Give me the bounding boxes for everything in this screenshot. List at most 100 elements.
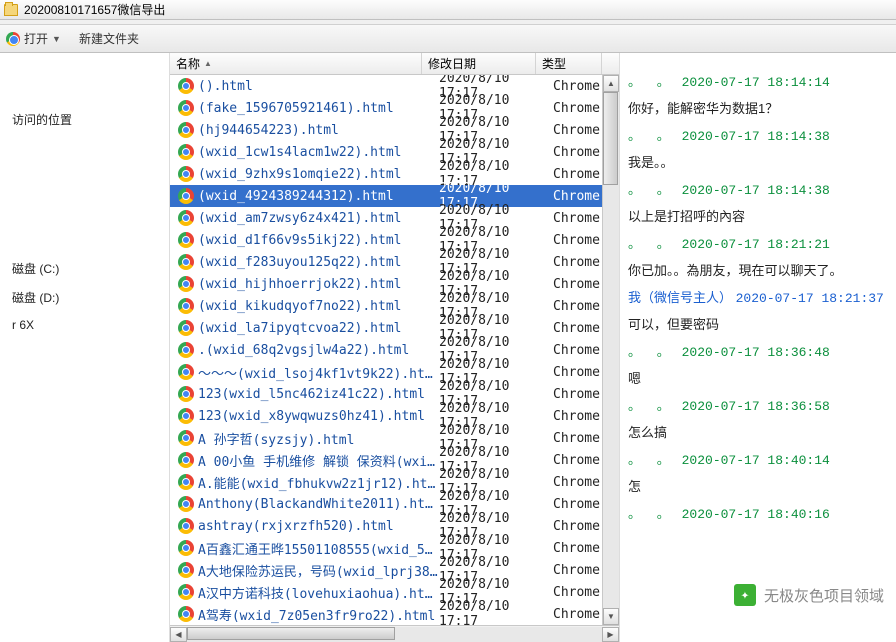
open-button[interactable]: 打开 xyxy=(24,30,48,47)
window-title: 20200810171657微信导出 xyxy=(24,1,165,18)
file-name: (fake_1596705921461).html xyxy=(198,101,439,116)
col-name[interactable]: 名称▲ xyxy=(170,53,422,74)
file-name: (wxid_am7zwsy6z4x421).html xyxy=(198,211,439,226)
chat-timestamp: 。 。 2020-07-17 18:36:48 xyxy=(628,341,888,360)
chat-message: 我是。。 xyxy=(628,152,888,171)
file-name: .(wxid_68q2vgsjlw4a22).html xyxy=(198,343,439,358)
chat-timestamp: 。 。 2020-07-17 18:14:38 xyxy=(628,179,888,198)
chrome-file-icon xyxy=(178,430,194,446)
file-name: (wxid_d1f66v9s5ikj22).html xyxy=(198,233,439,248)
chat-message: 嗯 xyxy=(628,368,888,387)
chrome-file-icon xyxy=(178,496,194,512)
file-name: A.能能(wxid_fbhukvw2z1jr12).html xyxy=(198,473,439,492)
watermark: ✦ 无极灰色项目领域 xyxy=(730,582,888,608)
chrome-file-icon xyxy=(178,584,194,600)
vertical-scrollbar[interactable]: ▲ ▼ xyxy=(602,75,619,625)
chrome-file-icon xyxy=(178,452,194,468)
wechat-icon: ✦ xyxy=(734,584,756,606)
chat-preview-pane: 。 。 2020-07-17 18:14:14 你好，能解密华为数据1？ 。 。 2… xyxy=(620,53,896,642)
file-name: Anthony(BlackandWhite2011).html xyxy=(198,497,439,512)
scroll-left-icon[interactable]: ◀ xyxy=(170,627,187,642)
nav-sidebar: 访问的位置 磁盘 (C:) 磁盘 (D:) r 6X xyxy=(0,53,170,642)
sidebar-drive-d[interactable]: 磁盘 (D:) xyxy=(8,283,161,312)
file-name: (wxid_1cw1s4lacm1w22).html xyxy=(198,145,439,160)
file-name: (hj944654223).html xyxy=(198,123,439,138)
chrome-file-icon xyxy=(178,474,194,490)
file-name: A大地保险苏运民，号码(wxid_lprj384... xyxy=(198,561,439,580)
file-name: A 孙字哲(syzsjy).html xyxy=(198,429,439,448)
chat-message: 怎么搞 xyxy=(628,422,888,441)
chat-message: 你已加。。為朋友，現在可以聊天了。 xyxy=(628,260,888,279)
sidebar-drive-c[interactable]: 磁盘 (C:) xyxy=(8,254,161,283)
horizontal-scrollbar[interactable]: ◀ ▶ xyxy=(170,625,619,642)
chrome-file-icon xyxy=(178,364,194,380)
chat-timestamp: 。 。 2020-07-17 18:40:16 xyxy=(628,503,888,522)
file-modified: 2020/8/10 17:17 xyxy=(439,599,553,625)
chrome-file-icon xyxy=(178,540,194,556)
chat-timestamp: 。 。 2020-07-17 18:40:14 xyxy=(628,449,888,468)
file-row[interactable]: A驾寿(wxid_7z05en3fr9ro22).html2020/8/10 1… xyxy=(170,603,619,625)
chrome-file-icon xyxy=(178,78,194,94)
chrome-icon xyxy=(6,32,20,46)
sidebar-other[interactable]: r 6X xyxy=(8,312,161,338)
file-name: A 00小鱼 手机维修 解锁 保资料(wxid... xyxy=(198,451,439,470)
chrome-file-icon xyxy=(178,320,194,336)
chrome-file-icon xyxy=(178,408,194,424)
sort-asc-icon: ▲ xyxy=(204,59,212,68)
chrome-file-icon xyxy=(178,144,194,160)
chrome-file-icon xyxy=(178,232,194,248)
hscroll-track[interactable] xyxy=(187,627,602,642)
scroll-right-icon[interactable]: ▶ xyxy=(602,627,619,642)
chat-message: 你好，能解密华为数据1？ xyxy=(628,98,888,117)
scroll-thumb[interactable] xyxy=(603,92,618,185)
chrome-file-icon xyxy=(178,188,194,204)
file-name: ～～～(wxid_lsoj4kf1vt9k22).html xyxy=(198,363,439,382)
file-name: (wxid_4924389244312).html xyxy=(198,189,439,204)
file-name: ashtray(rxjxrzfh520).html xyxy=(198,519,439,534)
file-name: (wxid_la7ipyqtcvoa22).html xyxy=(198,321,439,336)
chat-timestamp: 。 。 2020-07-17 18:14:14 xyxy=(628,71,888,90)
toolbar: 打开 ▼ 新建文件夹 xyxy=(0,25,896,53)
scroll-track[interactable] xyxy=(603,92,619,608)
col-scroll-gap xyxy=(602,53,619,74)
chrome-file-icon xyxy=(178,100,194,116)
file-name: (wxid_f283uyou125q22).html xyxy=(198,255,439,270)
chat-timestamp: 。 。 2020-07-17 18:21:21 xyxy=(628,233,888,252)
open-dropdown-arrow[interactable]: ▼ xyxy=(52,34,61,44)
sidebar-recent[interactable]: 访问的位置 xyxy=(8,105,161,134)
file-name: (wxid_9zhx9s1omqie22).html xyxy=(198,167,439,182)
chat-message: 可以，但要密码 xyxy=(628,314,888,333)
chrome-file-icon xyxy=(178,386,194,402)
chrome-file-icon xyxy=(178,122,194,138)
scroll-down-icon[interactable]: ▼ xyxy=(603,608,619,625)
col-type[interactable]: 类型 xyxy=(536,53,602,74)
folder-icon xyxy=(4,4,18,16)
new-folder-button[interactable]: 新建文件夹 xyxy=(79,30,139,47)
chrome-file-icon xyxy=(178,342,194,358)
chrome-file-icon xyxy=(178,276,194,292)
file-name: 123(wxid_x8ywqwuzs0hz41).html xyxy=(198,409,439,424)
chrome-file-icon xyxy=(178,210,194,226)
chat-sender-me: 我（微信号主人） 2020-07-17 18:21:37 xyxy=(628,287,888,306)
file-name: A驾寿(wxid_7z05en3fr9ro22).html xyxy=(198,605,439,624)
file-name: (wxid_hijhhoerrjok22).html xyxy=(198,277,439,292)
chat-timestamp: 。 。 2020-07-17 18:36:58 xyxy=(628,395,888,414)
chrome-file-icon xyxy=(178,166,194,182)
chat-message: 以上是打招呼的內容 xyxy=(628,206,888,225)
chrome-file-icon xyxy=(178,606,194,622)
watermark-text: 无极灰色项目领域 xyxy=(764,585,884,606)
chrome-file-icon xyxy=(178,562,194,578)
hscroll-thumb[interactable] xyxy=(187,627,395,640)
col-modified[interactable]: 修改日期 xyxy=(422,53,536,74)
chrome-file-icon xyxy=(178,518,194,534)
file-name: A百鑫汇通王晔15501108555(wxid_5201... xyxy=(198,539,439,558)
chrome-file-icon xyxy=(178,298,194,314)
file-pane: 名称▲ 修改日期 类型 ().html2020/8/10 17:17Chrome… xyxy=(170,53,620,642)
window-titlebar: 20200810171657微信导出 xyxy=(0,0,896,20)
chrome-file-icon xyxy=(178,254,194,270)
scroll-up-icon[interactable]: ▲ xyxy=(603,75,619,92)
chat-timestamp: 。 。 2020-07-17 18:14:38 xyxy=(628,125,888,144)
file-list[interactable]: ().html2020/8/10 17:17Chrome HT(fake_159… xyxy=(170,75,619,625)
file-name: 123(wxid_l5nc462iz41c22).html xyxy=(198,387,439,402)
file-name: (wxid_kikudqyof7no22).html xyxy=(198,299,439,314)
